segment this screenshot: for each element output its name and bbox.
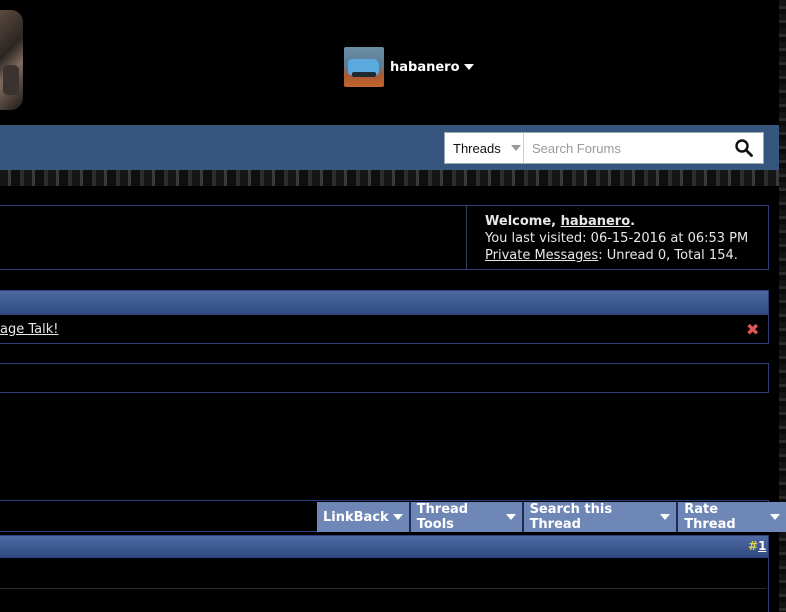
site-logo[interactable]: [0, 10, 23, 110]
rate-thread-button[interactable]: Rate Thread: [678, 502, 786, 532]
thread-tools-label: Thread Tools: [416, 502, 469, 532]
thread-tools-button[interactable]: Thread Tools: [410, 502, 524, 532]
close-icon[interactable]: ✖: [746, 320, 759, 339]
last-visited-prefix: You last visited:: [485, 231, 591, 246]
navbar-texture: [0, 170, 779, 186]
welcome-divider: [466, 206, 467, 269]
chevron-down-icon: [505, 514, 516, 520]
post-number-prefix: #: [748, 539, 759, 553]
avatar[interactable]: [344, 47, 384, 87]
search-bar: Threads: [444, 132, 764, 164]
search-icon[interactable]: [734, 138, 754, 158]
notice-body: [0, 315, 769, 344]
welcome-suffix: .: [630, 214, 636, 229]
notice-header: [0, 290, 769, 315]
post-number-link[interactable]: 1: [758, 539, 766, 553]
thread-controls-buttons: LinkBack Thread Tools Search this Thread…: [317, 502, 786, 532]
notice-link[interactable]: age Talk!: [0, 322, 58, 337]
welcome-line: Welcome, habanero.: [485, 213, 748, 230]
post-header: [0, 535, 769, 558]
pm-status: : Unread 0, Total 154.: [598, 248, 738, 263]
pm-line: Private Messages: Unread 0, Total 154.: [485, 247, 748, 264]
last-visited-at: at: [666, 231, 688, 246]
linkback-label: LinkBack: [323, 509, 389, 525]
post-divider: [0, 588, 766, 589]
last-visited-time: 06:53 PM: [687, 231, 749, 246]
linkback-button[interactable]: LinkBack: [317, 502, 411, 532]
last-visited-date: 06-15-2016: [590, 231, 667, 246]
user-menu[interactable]: habanero: [344, 47, 474, 87]
chevron-down-icon: [510, 145, 521, 151]
empty-panel: [0, 363, 769, 393]
rate-thread-label: Rate Thread: [684, 502, 736, 532]
search-scope-select[interactable]: Threads: [444, 132, 524, 164]
search-input[interactable]: [524, 132, 764, 164]
search-scope-label: Threads: [453, 140, 501, 156]
chevron-down-icon: [660, 514, 671, 520]
search-thread-button[interactable]: Search this Thread: [523, 502, 679, 532]
last-visited-line: You last visited: 06-15-2016 at 06:53 PM: [485, 230, 748, 247]
chevron-down-icon: [463, 64, 474, 70]
username[interactable]: habanero: [390, 60, 474, 75]
welcome-prefix: Welcome,: [485, 214, 561, 229]
welcome-username-link[interactable]: habanero: [561, 214, 631, 229]
search-thread-label: Search this Thread: [529, 502, 613, 532]
post-number: #1: [748, 539, 766, 553]
chevron-down-icon: [770, 514, 781, 520]
welcome-block: Welcome, habanero. You last visited: 06-…: [485, 213, 748, 264]
username-label: habanero: [390, 59, 460, 75]
private-messages-link[interactable]: Private Messages: [485, 248, 598, 263]
post-body: [0, 558, 769, 612]
chevron-down-icon: [392, 514, 403, 520]
